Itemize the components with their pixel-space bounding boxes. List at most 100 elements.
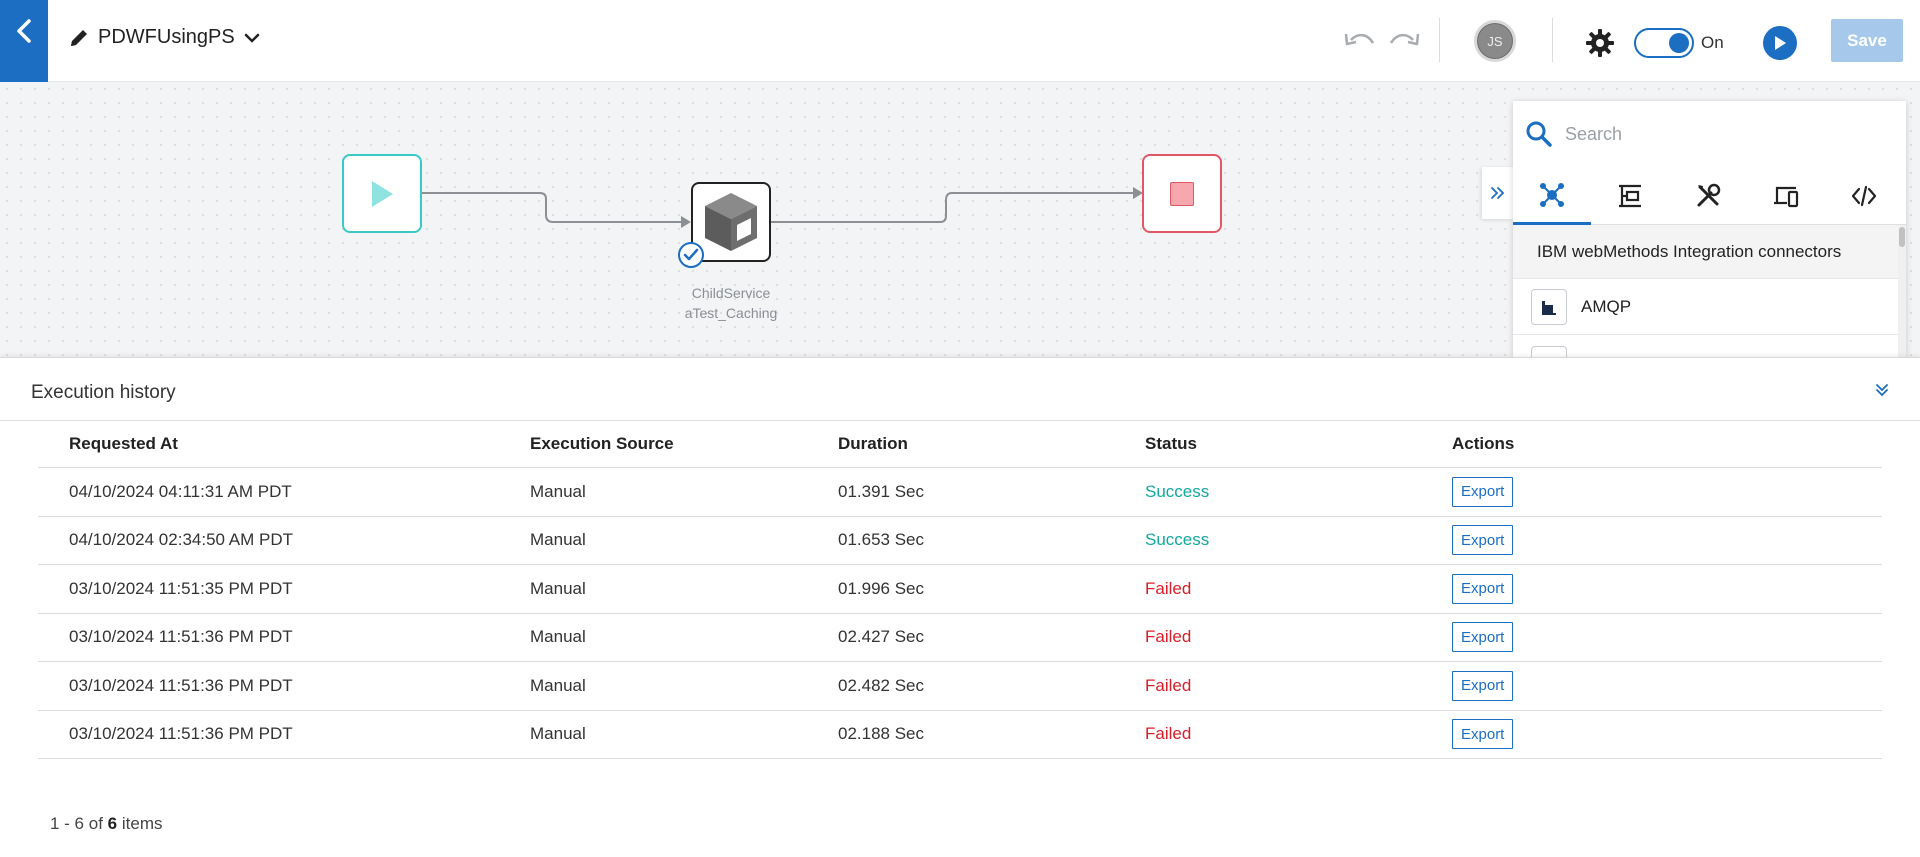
pagination-summary: 1 - 6 of 6 items	[50, 814, 162, 834]
code-icon	[1851, 185, 1877, 207]
amqp-logo-icon	[1542, 300, 1556, 315]
scrollbar-thumb[interactable]	[1899, 227, 1905, 247]
export-button[interactable]: Export	[1452, 719, 1514, 750]
app-header: PDWFUsingPS JS On Save	[0, 0, 1920, 82]
cell-actions: Export	[1452, 711, 1514, 759]
flow-services-icon	[1619, 184, 1641, 208]
run-button[interactable]	[1763, 26, 1797, 60]
connectors-panel: IBM webMethods Integration connectors AM…	[1513, 101, 1906, 357]
cell-status: Success	[1145, 530, 1210, 550]
export-button[interactable]: Export	[1452, 573, 1514, 604]
cell-status: Failed	[1145, 724, 1192, 744]
collapse-history-button[interactable]	[1870, 378, 1894, 402]
export-button[interactable]: Export	[1452, 622, 1514, 653]
back-button[interactable]	[0, 0, 48, 82]
cell-actions: Export	[1452, 662, 1514, 710]
chevron-left-icon	[17, 19, 31, 43]
table-row: 03/10/2024 11:51:36 PM PDT Manual 02.482 S…	[38, 662, 1882, 711]
tab-connectors[interactable]	[1513, 167, 1591, 225]
column-header-execution-source: Execution Source	[530, 434, 674, 453]
column-header-duration: Duration	[838, 434, 908, 453]
cell-requested-at: 03/10/2024 11:51:36 PM PDT	[69, 675, 293, 695]
validated-badge	[678, 242, 704, 268]
cell-status: Success	[1145, 481, 1210, 501]
chevron-down-icon	[244, 33, 259, 43]
execution-history-table: Requested At Execution Source Duration S…	[38, 421, 1882, 759]
execution-history-panel: Execution history Requested At Execution…	[0, 357, 1920, 857]
tab-tools[interactable]	[1669, 167, 1747, 225]
user-avatar[interactable]: JS	[1474, 20, 1516, 62]
table-row: 04/10/2024 04:11:31 AM PDT Manual 01.391 S…	[38, 468, 1882, 517]
connectors-icon	[1540, 182, 1564, 207]
cell-execution-source: Manual	[530, 530, 586, 550]
workflow-name-dropdown[interactable]: PDWFUsingPS	[68, 26, 261, 49]
table-row: 04/10/2024 02:34:50 AM PDT Manual 01.653 S…	[38, 517, 1882, 565]
activation-toggle[interactable]	[1634, 28, 1694, 58]
cell-actions: Export	[1452, 517, 1514, 565]
cell-actions: Export	[1452, 614, 1514, 662]
column-header-status: Status	[1145, 434, 1197, 453]
export-button[interactable]: Export	[1452, 476, 1514, 507]
service-node-label-line1: ChildService	[691, 285, 771, 301]
execution-history-header: Execution history	[0, 358, 1920, 421]
gear-icon	[1586, 29, 1614, 57]
table-row: 03/10/2024 11:51:36 PM PDT Manual 02.427 S…	[38, 614, 1882, 662]
redo-icon	[1389, 33, 1420, 46]
cell-status: Failed	[1145, 578, 1192, 598]
export-button[interactable]: Export	[1452, 525, 1514, 556]
connector-item-amqp[interactable]: AMQP	[1513, 279, 1898, 335]
export-button[interactable]: Export	[1452, 670, 1514, 701]
panel-collapse-button[interactable]	[1482, 167, 1513, 219]
toggle-label: On	[1701, 33, 1724, 52]
cell-requested-at: 04/10/2024 04:11:31 AM PDT	[69, 481, 292, 501]
cell-execution-source: Manual	[530, 675, 586, 695]
play-icon	[1775, 36, 1786, 50]
double-chevron-right-icon	[1490, 187, 1504, 199]
redo-button[interactable]	[1386, 26, 1422, 56]
cell-duration: 02.482 Sec	[838, 675, 925, 695]
cell-duration: 02.427 Sec	[838, 627, 925, 647]
execution-history-title: Execution history	[31, 382, 176, 403]
undo-icon	[1344, 33, 1375, 46]
start-node[interactable]	[342, 154, 422, 233]
cell-actions: Export	[1452, 468, 1514, 516]
end-node[interactable]	[1142, 154, 1222, 233]
pager-total: 6	[107, 814, 118, 833]
column-header-requested-at: Requested At	[69, 434, 178, 453]
undo-button[interactable]	[1342, 26, 1378, 56]
connector-item-next[interactable]	[1531, 346, 1567, 357]
cell-requested-at: 03/10/2024 11:51:35 PM PDT	[69, 578, 293, 598]
tab-code[interactable]	[1825, 167, 1903, 225]
cell-duration: 01.653 Sec	[838, 530, 925, 550]
search-input[interactable]	[1565, 123, 1885, 145]
service-node-label-line2: aTest_Caching	[684, 305, 778, 321]
cell-execution-source: Manual	[530, 724, 586, 744]
panel-search	[1513, 101, 1906, 167]
divider	[1439, 18, 1440, 62]
divider	[1552, 18, 1553, 62]
amqp-icon	[1531, 288, 1567, 325]
table-row: 03/10/2024 11:51:35 PM PDT Manual 01.996 S…	[38, 565, 1882, 614]
cell-duration: 01.391 Sec	[838, 481, 925, 501]
cell-requested-at: 03/10/2024 11:51:36 PM PDT	[69, 627, 293, 647]
cell-actions: Export	[1452, 565, 1514, 613]
settings-button[interactable]	[1583, 26, 1617, 60]
connectors-section-title: IBM webMethods Integration connectors	[1513, 225, 1898, 279]
pager-range: 1 - 6 of	[50, 814, 103, 833]
tab-devices[interactable]	[1747, 167, 1825, 225]
double-chevron-down-icon	[1876, 384, 1888, 397]
save-button[interactable]: Save	[1831, 19, 1903, 62]
cube-icon	[705, 193, 757, 251]
column-header-actions: Actions	[1452, 434, 1515, 453]
tools-icon	[1697, 183, 1721, 207]
service-node-label: ChildService aTest_Caching	[660, 283, 802, 323]
tab-flow-services[interactable]	[1591, 167, 1669, 225]
cell-status: Failed	[1145, 675, 1192, 695]
cell-duration: 01.996 Sec	[838, 578, 925, 598]
toggle-knob	[1669, 33, 1689, 53]
connector-label: AMQP	[1581, 296, 1632, 316]
cell-requested-at: 04/10/2024 02:34:50 AM PDT	[69, 530, 293, 550]
panel-scrollbar[interactable]	[1898, 225, 1906, 357]
cell-duration: 02.188 Sec	[838, 724, 925, 744]
search-icon	[1526, 121, 1552, 147]
